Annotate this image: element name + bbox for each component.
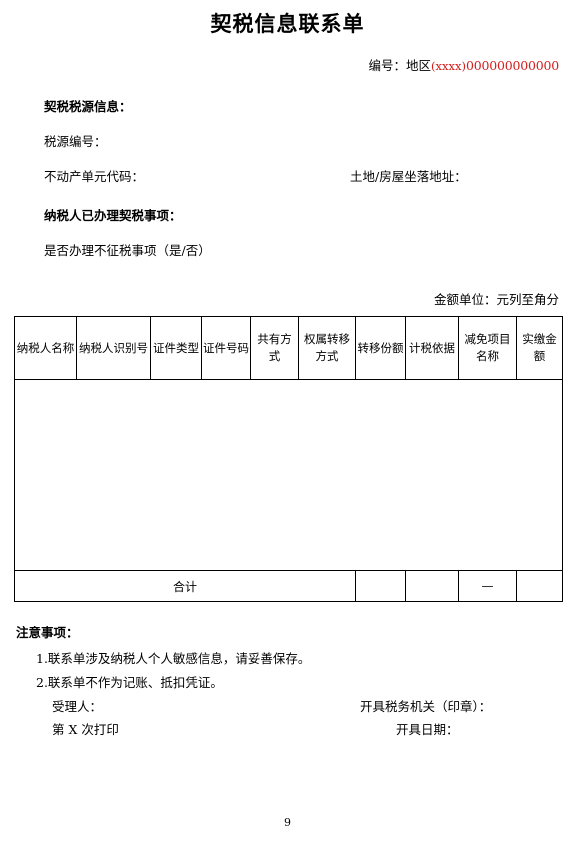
serial-region-prefix: 地区 — [406, 58, 432, 73]
total-label-cell: 合计 — [14, 570, 356, 602]
notes-section: 注意事项： 1.联系单涉及纳税人个人敏感信息，请妥善保存。 2.联系单不作为记账… — [0, 622, 575, 738]
total-tax-basis-cell[interactable] — [405, 570, 459, 602]
signature-row-handler: 受理人： 开具税务机关（印章）： — [16, 696, 559, 715]
notes-heading: 注意事项： — [16, 625, 79, 640]
page-title: 契税信息联系单 — [210, 11, 365, 36]
serial-number-label: 编号： — [368, 58, 407, 73]
tax-source-heading: 契税税源信息： — [44, 99, 132, 114]
table-total-row: 合计 — — [14, 570, 563, 602]
column-header-taxpayer-id: 纳税人识别号 — [76, 316, 151, 380]
property-address-label: 土地/房屋坐落地址： — [350, 169, 467, 184]
taxpayer-matters-section: 纳税人已办理契税事项： 是否办理不征税事项（是/否） — [0, 205, 575, 259]
serial-region-code: (xxxx) — [431, 59, 466, 73]
issuing-authority-label: 开具税务机关（印章）： — [360, 699, 492, 714]
non-taxable-matter-label: 是否办理不征税事项（是/否） — [44, 243, 211, 258]
document-page: 契税信息联系单 编号：地区(xxxx)000000000000 契税税源信息： … — [0, 0, 575, 842]
total-reduction-item-cell: — — [458, 570, 517, 602]
column-header-actual-paid-amount: 实缴金额 — [516, 316, 563, 380]
field-row-non-taxable-matter: 是否办理不征税事项（是/否） — [44, 240, 559, 259]
issue-date-label: 开具日期： — [396, 722, 459, 737]
table-header-row: 纳税人名称 纳税人识别号 证件类型 证件号码 共有方式 权属转移方式 转移份额 … — [14, 316, 563, 380]
main-table-container: 纳税人名称 纳税人识别号 证件类型 证件号码 共有方式 权属转移方式 转移份额 … — [0, 316, 575, 602]
amount-unit-note: 金额单位：元列至角分 — [433, 292, 559, 307]
signature-row-print-count: 第 X 次打印 开具日期： — [16, 719, 559, 738]
column-header-reduction-item-name: 减免项目名称 — [458, 316, 517, 380]
tax-detail-table: 纳税人名称 纳税人识别号 证件类型 证件号码 共有方式 权属转移方式 转移份额 … — [14, 316, 563, 602]
note-item: 2.联系单不作为记账、抵扣凭证。 — [36, 675, 223, 690]
column-header-taxpayer-name: 纳税人名称 — [14, 316, 77, 380]
total-transfer-share-cell[interactable] — [355, 570, 406, 602]
property-unit-code-label: 不动产单元代码： — [44, 169, 145, 184]
tax-source-number-label: 税源编号： — [44, 134, 107, 149]
table-row — [14, 379, 563, 571]
serial-number-line: 编号：地区(xxxx)000000000000 — [0, 55, 575, 74]
column-header-shared-mode: 共有方式 — [250, 316, 299, 380]
note-item: 1.联系单涉及纳税人个人敏感信息，请妥善保存。 — [36, 651, 311, 666]
print-count-label: 第 X 次打印 — [52, 722, 119, 737]
column-header-tax-basis: 计税依据 — [405, 316, 459, 380]
column-header-certificate-number: 证件号码 — [201, 316, 251, 380]
field-row-property-unit-code: 不动产单元代码： 土地/房屋坐落地址： — [44, 166, 559, 185]
tax-source-section: 契税税源信息： 税源编号： 不动产单元代码： 土地/房屋坐落地址： — [0, 96, 575, 185]
serial-number-digits: 000000000000 — [465, 58, 559, 73]
page-number: 9 — [284, 816, 291, 829]
column-header-certificate-type: 证件类型 — [150, 316, 202, 380]
total-actual-paid-cell[interactable] — [516, 570, 563, 602]
column-header-ownership-transfer-mode: 权属转移方式 — [298, 316, 356, 380]
handler-label: 受理人： — [52, 699, 103, 714]
field-row-tax-source-number: 税源编号： — [44, 131, 559, 150]
taxpayer-matters-heading: 纳税人已办理契税事项： — [44, 208, 182, 223]
table-body-blank-area[interactable] — [14, 379, 563, 571]
column-header-transfer-share: 转移份额 — [355, 316, 406, 380]
